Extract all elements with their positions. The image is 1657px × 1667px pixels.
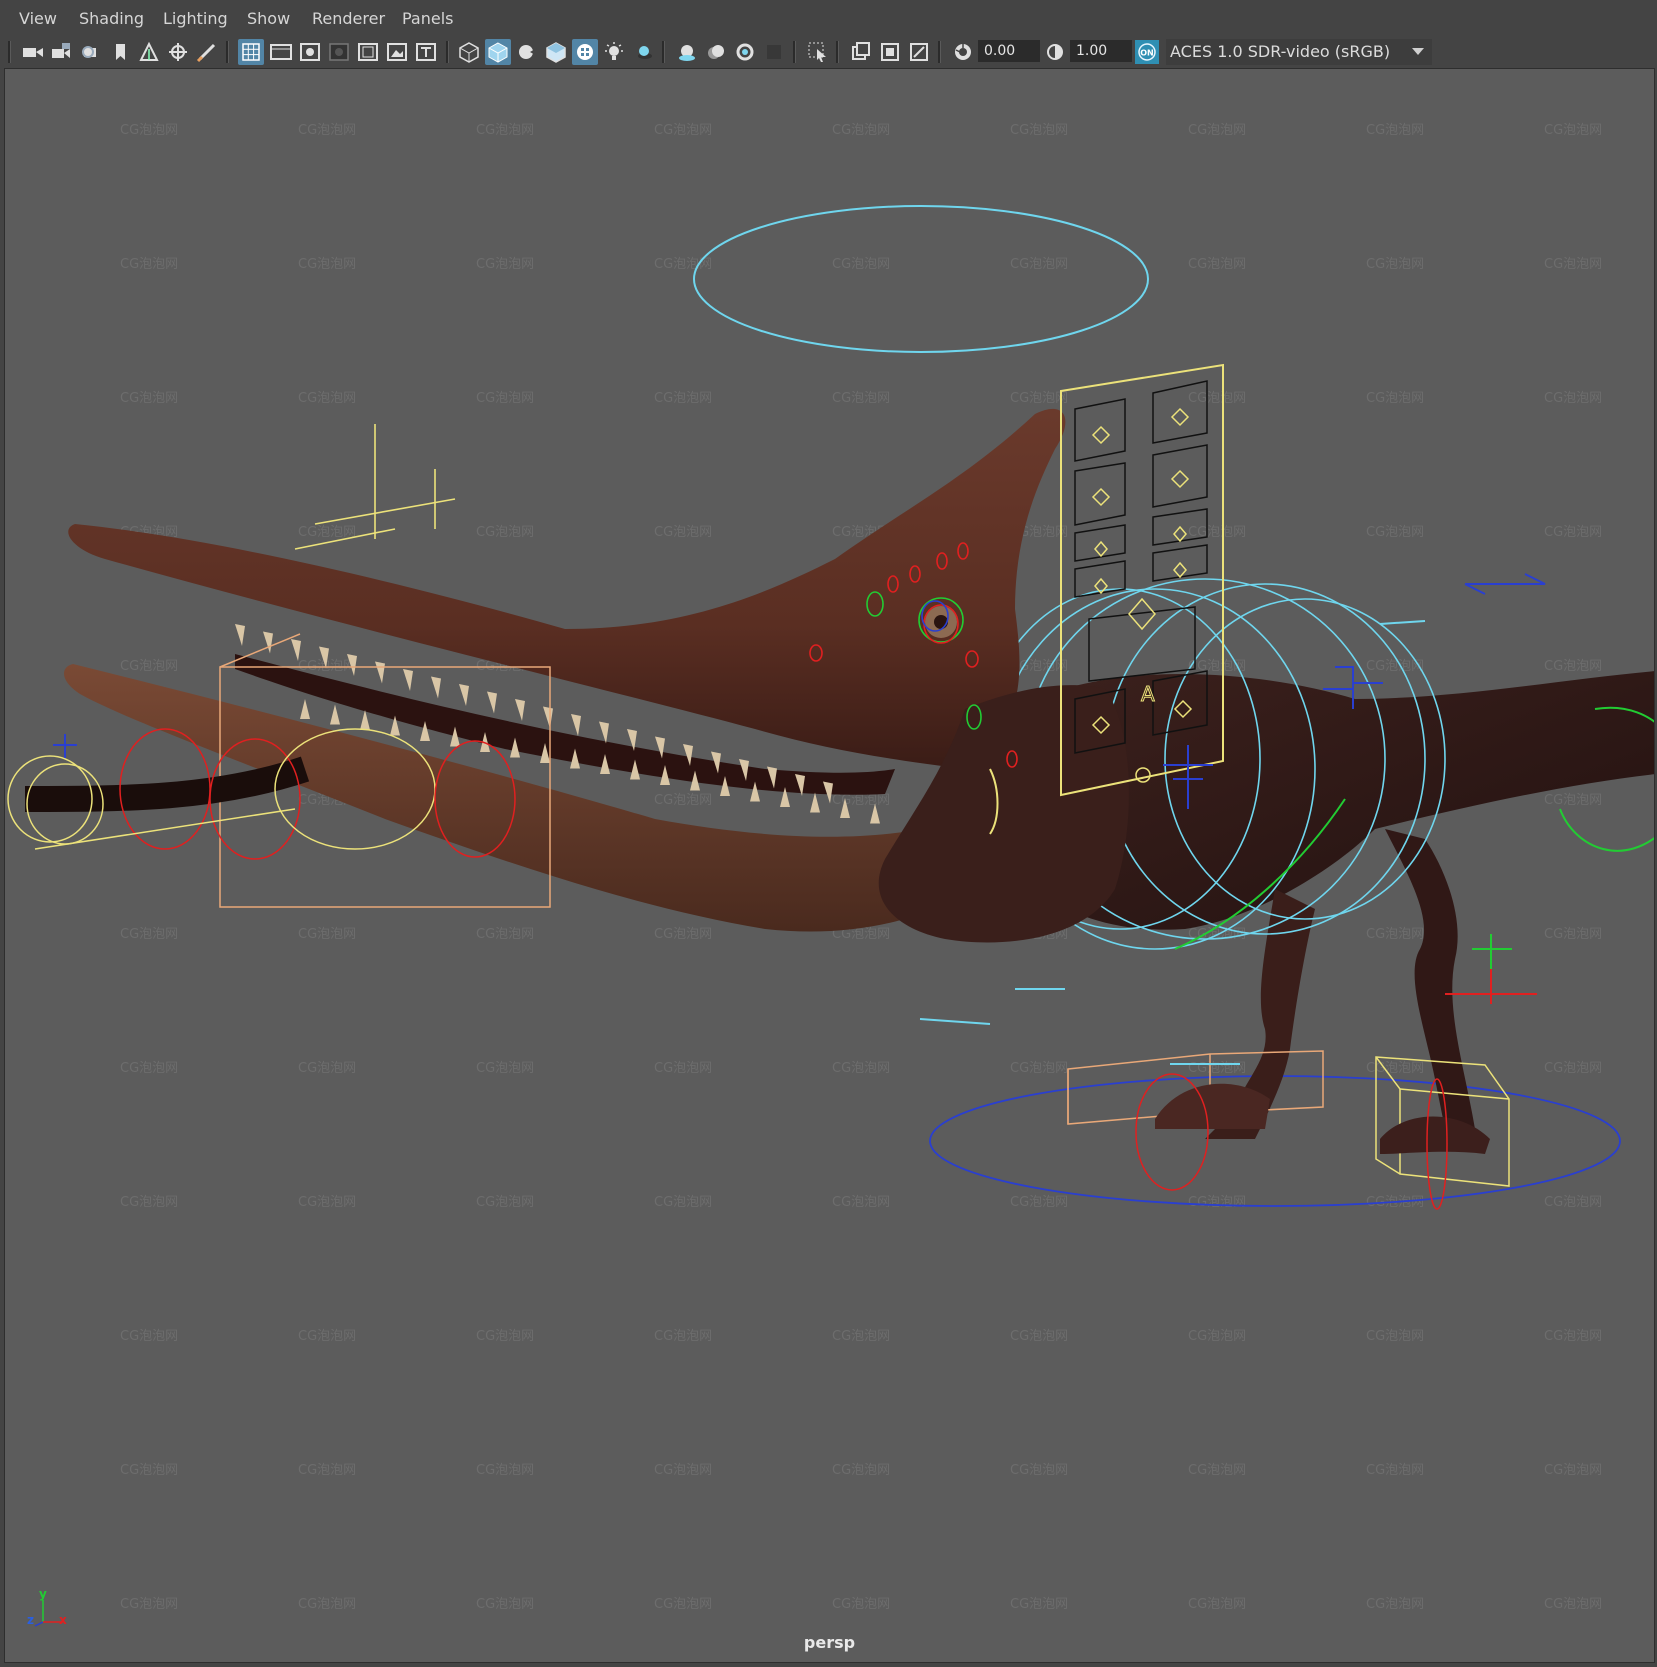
scene-canvas[interactable]: A [5, 69, 1655, 1663]
axis-y-label: y [39, 1587, 47, 1601]
knee-pole-control[interactable] [1445, 934, 1537, 1004]
chevron-down-icon[interactable] [1404, 39, 1432, 65]
right-leg[interactable] [1385, 829, 1475, 1129]
toolbar-separator [226, 41, 229, 63]
isolate-select-icon[interactable] [761, 39, 787, 65]
maya-viewport-panel: View Shading Lighting Show Renderer Pane… [0, 0, 1657, 1667]
panel-menu-bar: View Shading Lighting Show Renderer Pane… [0, 0, 1657, 38]
toolbar-separator [8, 41, 11, 63]
viewport-3d[interactable]: CG泡泡网 CG泡泡网 CG泡泡网 CG泡泡网 CG泡泡网 CG泡泡网 CG泡泡网 CG泡泡网… [4, 68, 1655, 1663]
two-d-pan-zoom-icon[interactable] [136, 39, 162, 65]
camera-attributes-icon[interactable] [49, 39, 75, 65]
toolbar-separator [446, 41, 449, 63]
exposure-icon[interactable] [950, 39, 976, 65]
shadows-icon[interactable] [601, 39, 627, 65]
smooth-shade-icon[interactable] [485, 39, 511, 65]
grease-pencil-icon[interactable] [165, 39, 191, 65]
motion-blur-icon[interactable] [674, 39, 700, 65]
use-all-lights-icon[interactable] [572, 39, 598, 65]
left-foot[interactable] [1155, 1083, 1270, 1129]
head-control-halo[interactable] [693, 205, 1149, 353]
select-tool-icon[interactable] [805, 39, 831, 65]
left-foot-roll-control[interactable] [1135, 1073, 1209, 1191]
svg-text:A: A [1141, 682, 1155, 706]
safe-title-icon[interactable] [413, 39, 439, 65]
field-chart-icon[interactable] [355, 39, 381, 65]
menu-panels[interactable]: Panels [402, 9, 454, 28]
menu-view[interactable]: View [19, 9, 57, 28]
toolbar-separator [793, 41, 796, 63]
menu-lighting[interactable]: Lighting [163, 9, 228, 28]
safe-action-icon[interactable] [384, 39, 410, 65]
gamma-icon[interactable] [1042, 39, 1068, 65]
film-gate-icon[interactable] [268, 39, 294, 65]
grid-icon[interactable] [238, 39, 264, 65]
axis-x-label: x [59, 1613, 67, 1627]
exposure-field[interactable]: 0.00 [978, 40, 1040, 62]
xray-joints-icon[interactable] [877, 39, 903, 65]
pencil-tool-icon[interactable] [194, 39, 220, 65]
gamma-field[interactable]: 1.00 [1070, 40, 1132, 62]
ambient-occlusion-icon[interactable] [630, 39, 656, 65]
menu-renderer[interactable]: Renderer [312, 9, 385, 28]
xray-icon[interactable] [848, 39, 874, 65]
image-plane-icon[interactable] [107, 39, 133, 65]
camera-name-label: persp [803, 1633, 856, 1652]
wireframe-icon[interactable] [456, 39, 482, 65]
anti-aliasing-icon[interactable] [703, 39, 729, 65]
panel-toolbar: 0.00 1.00 ON ACES 1.0 SDR-video (sRGB) [0, 38, 1657, 66]
bookmarks-icon[interactable] [78, 39, 104, 65]
textured-icon[interactable] [543, 39, 569, 65]
menu-show[interactable]: Show [247, 9, 290, 28]
depth-of-field-icon[interactable] [732, 39, 758, 65]
toolbar-separator [938, 41, 941, 63]
select-camera-icon[interactable] [20, 39, 46, 65]
toolbar-separator [836, 41, 839, 63]
toolbar-separator [662, 41, 665, 63]
menu-shading[interactable]: Shading [79, 9, 144, 28]
color-space-dropdown[interactable]: ACES 1.0 SDR-video (sRGB) [1166, 39, 1432, 65]
resolution-gate-icon[interactable] [297, 39, 323, 65]
gate-mask-icon[interactable] [326, 39, 352, 65]
axis-z-label: z [27, 1613, 34, 1627]
root-locator[interactable] [294, 424, 456, 550]
xray-active-icon[interactable] [906, 39, 932, 65]
wireframe-on-shaded-icon[interactable] [514, 39, 540, 65]
color-management-icon[interactable]: ON [1134, 39, 1160, 65]
color-management-badge: ON [1140, 49, 1154, 58]
